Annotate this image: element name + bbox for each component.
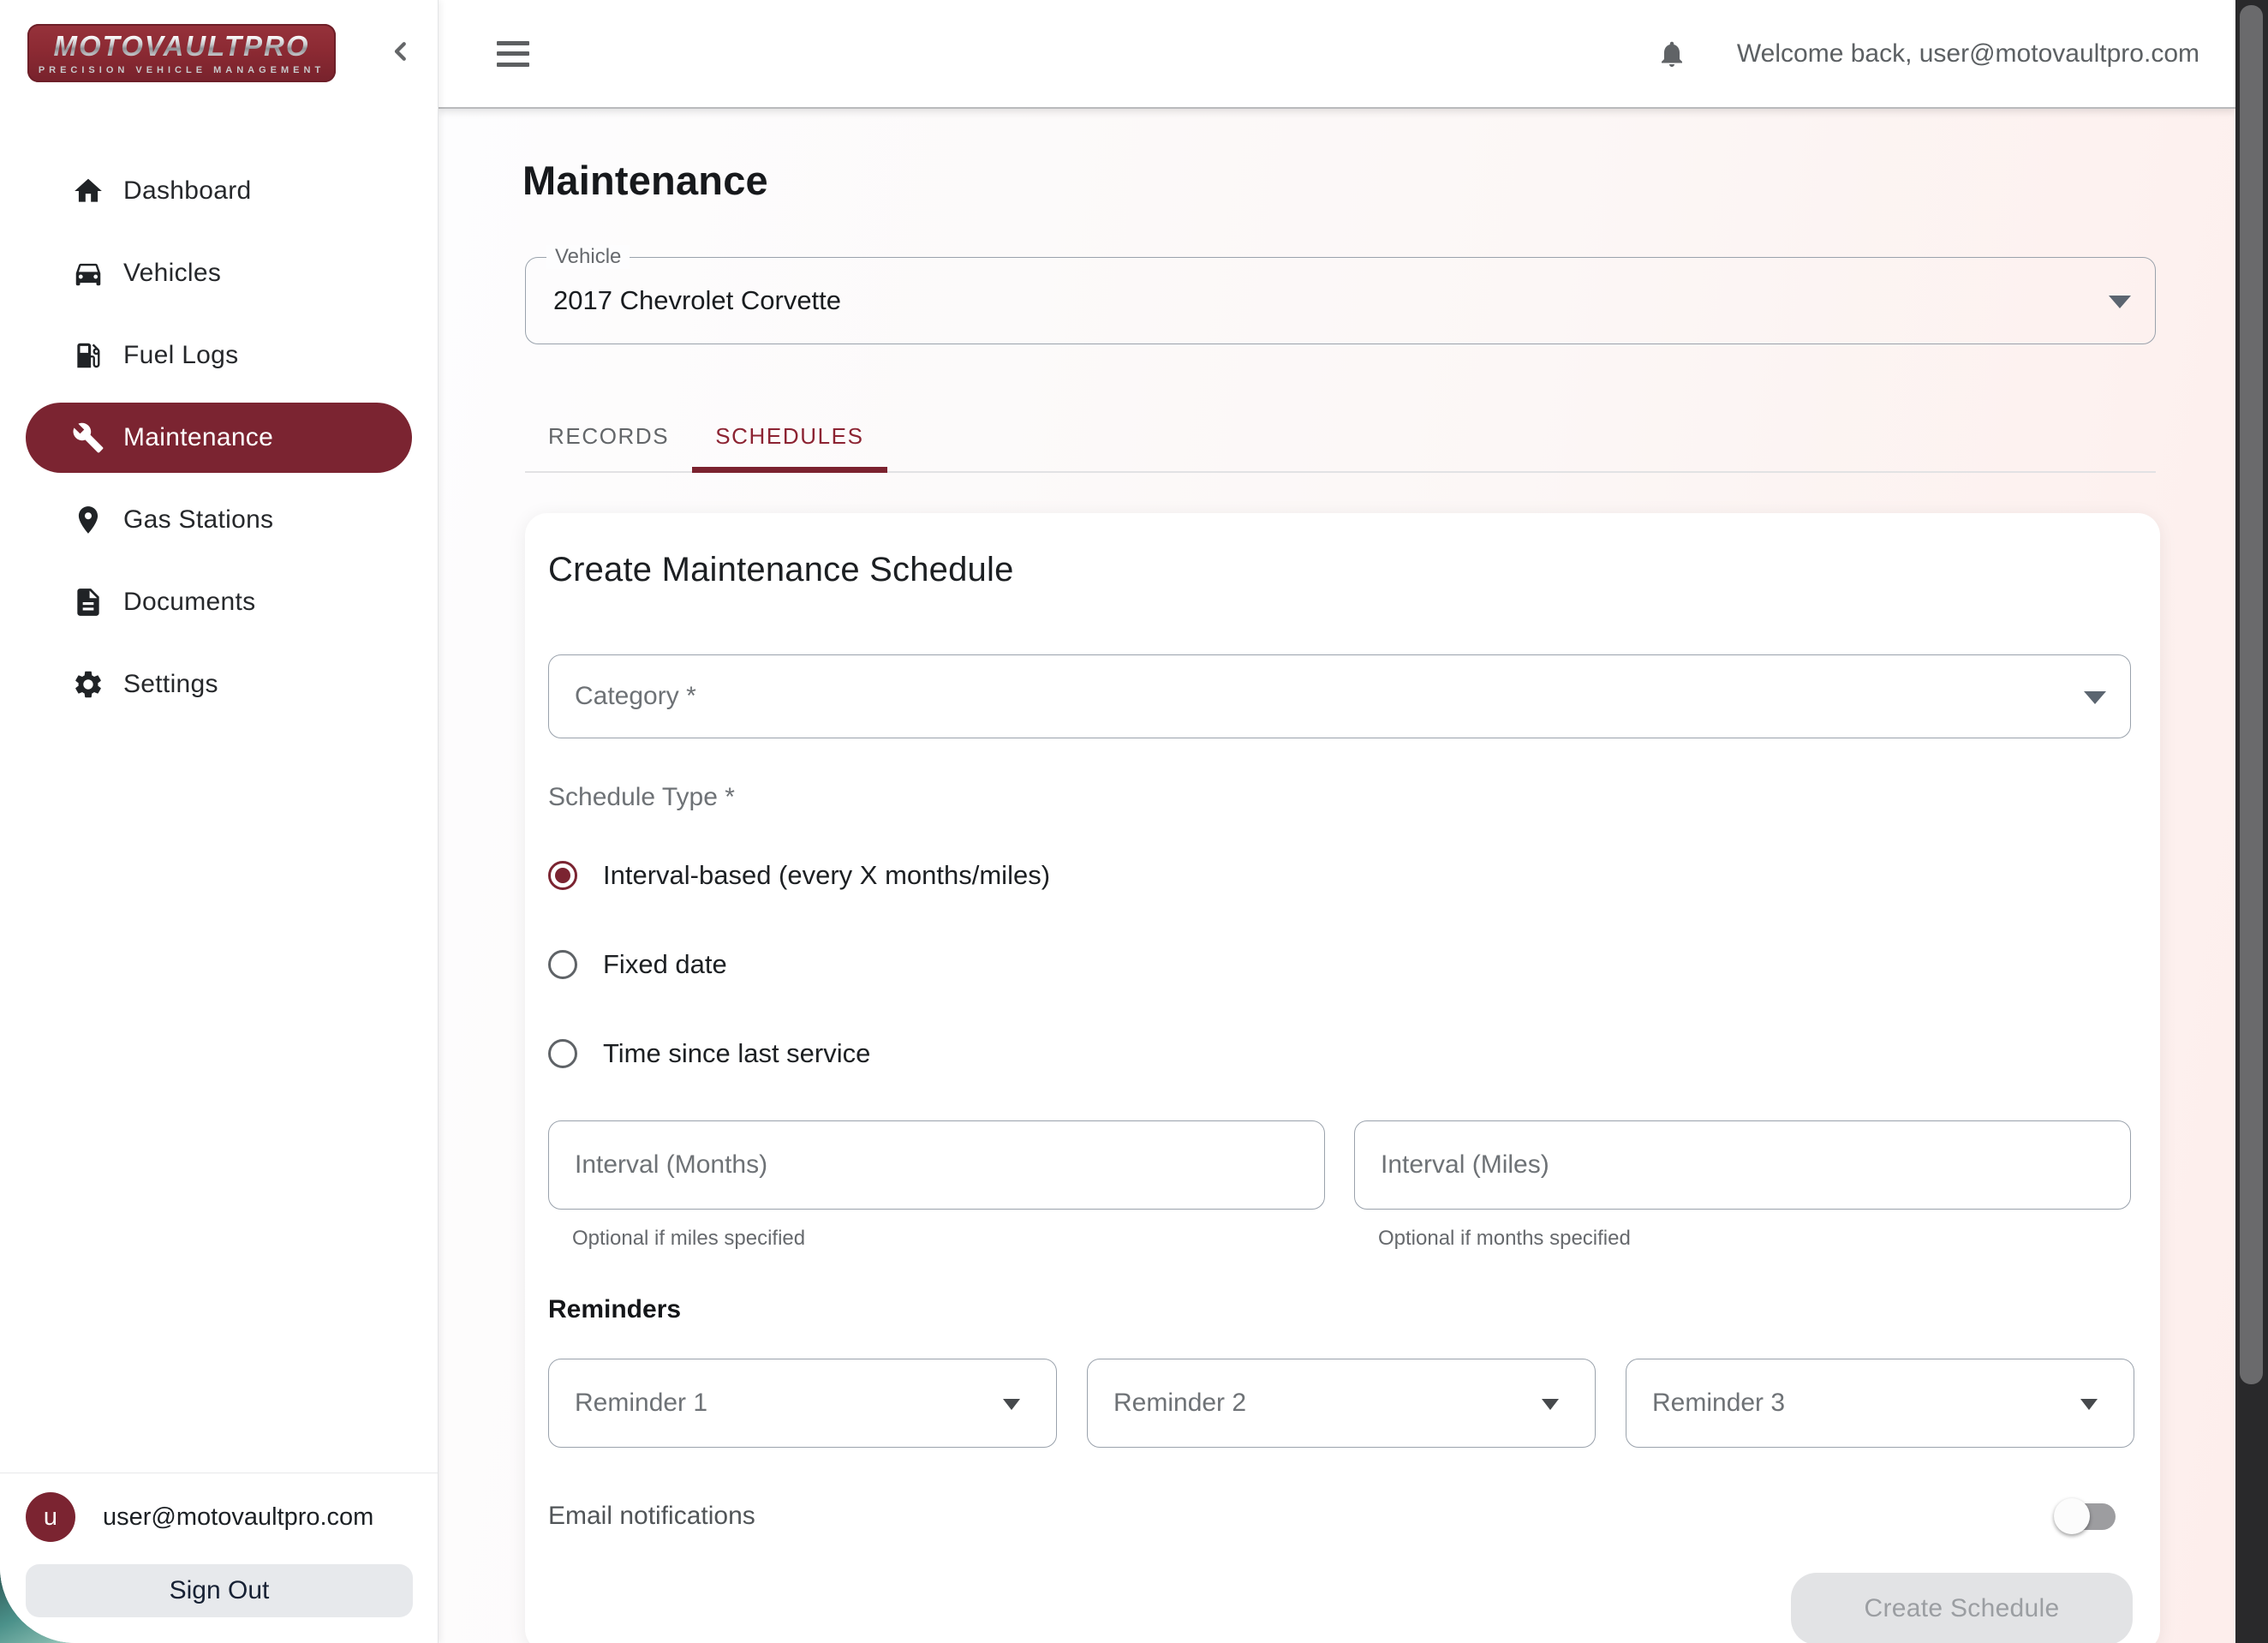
email-notifications-label: Email notifications: [548, 1502, 755, 1531]
sidebar-item-vehicles[interactable]: Vehicles: [26, 238, 412, 308]
sidebar-item-label: Gas Stations: [123, 505, 273, 535]
hamburger-menu-icon[interactable]: [497, 41, 529, 67]
category-select[interactable]: Category *: [548, 654, 2131, 738]
brand-tagline: PRECISION VEHICLE MANAGEMENT: [39, 65, 325, 75]
user-row: u user@motovaultpro.com: [26, 1492, 412, 1542]
sidebar-footer: u user@motovaultpro.com Sign Out: [0, 1473, 438, 1643]
sidebar-item-label: Vehicles: [123, 259, 221, 288]
interval-row: Optional if miles specified Optional if …: [548, 1120, 2134, 1251]
sidebar-nav: Dashboard Vehicles Fuel Logs: [0, 156, 438, 720]
interval-months-helper: Optional if miles specified: [572, 1227, 1325, 1251]
schedule-type-label: Schedule Type *: [548, 783, 2134, 812]
reminder-3-select[interactable]: Reminder 3: [1626, 1359, 2134, 1448]
interval-miles-helper: Optional if months specified: [1378, 1227, 2131, 1251]
tab-schedules[interactable]: SCHEDULES: [692, 401, 886, 471]
scrollbar-thumb[interactable]: [2240, 5, 2263, 1384]
sidebar-item-dashboard[interactable]: Dashboard: [26, 156, 412, 226]
interval-months-field-wrap: [548, 1120, 1325, 1210]
sign-out-button[interactable]: Sign Out: [26, 1564, 413, 1617]
reminders-label: Reminders: [548, 1295, 2134, 1324]
category-select-placeholder: Category *: [575, 682, 696, 711]
sidebar-item-documents[interactable]: Documents: [26, 567, 412, 637]
vehicle-select-value: 2017 Chevrolet Corvette: [553, 285, 841, 316]
sidebar-item-fuel-logs[interactable]: Fuel Logs: [26, 320, 412, 391]
radio-label: Time since last service: [603, 1038, 870, 1069]
interval-months-input[interactable]: [575, 1150, 1277, 1180]
sidebar-item-label: Documents: [123, 588, 255, 617]
fuel-pump-icon: [72, 339, 104, 372]
main-content: Maintenance Vehicle 2017 Chevrolet Corve…: [439, 109, 2235, 1643]
chevron-down-icon: [2080, 1399, 2098, 1410]
sidebar-item-label: Maintenance: [123, 423, 273, 452]
sidebar-item-label: Fuel Logs: [123, 341, 238, 370]
create-schedule-button[interactable]: Create Schedule: [1791, 1573, 2133, 1643]
home-icon: [72, 175, 104, 207]
brand-logo: MOTOVAULTPRO PRECISION VEHICLE MANAGEMEN…: [27, 24, 336, 82]
radio-icon: [548, 1039, 577, 1068]
page-title: Maintenance: [522, 157, 2235, 204]
chevron-down-icon: [2084, 691, 2106, 704]
radio-time-since-last-service[interactable]: Time since last service: [548, 1026, 2134, 1081]
sidebar-item-label: Settings: [123, 670, 218, 699]
reminder-1-placeholder: Reminder 1: [575, 1389, 707, 1418]
card-title: Create Maintenance Schedule: [548, 551, 2134, 589]
tab-bar: RECORDS SCHEDULES: [525, 401, 2156, 473]
chevron-down-icon: [2109, 296, 2131, 308]
submit-row: Create Schedule: [548, 1573, 2134, 1643]
interval-miles-field-wrap: [1354, 1120, 2131, 1210]
document-icon: [72, 586, 104, 618]
radio-icon: [548, 861, 577, 890]
vehicle-select-label: Vehicle: [546, 245, 630, 269]
welcome-text: Welcome back, user@motovaultpro.com: [1737, 39, 2199, 69]
chevron-down-icon: [1003, 1399, 1020, 1410]
app-window: MOTOVAULTPRO PRECISION VEHICLE MANAGEMEN…: [0, 0, 2268, 1643]
reminder-2-select[interactable]: Reminder 2: [1087, 1359, 1596, 1448]
create-schedule-card: Create Maintenance Schedule Category * S…: [525, 513, 2160, 1643]
location-pin-icon: [72, 504, 104, 536]
sidebar-item-gas-stations[interactable]: Gas Stations: [26, 485, 412, 555]
brand-name: MOTOVAULTPRO: [54, 32, 310, 60]
user-email: user@motovaultpro.com: [103, 1503, 373, 1532]
page-scrollbar[interactable]: [2235, 0, 2268, 1643]
screen: MOTOVAULTPRO PRECISION VEHICLE MANAGEMEN…: [0, 0, 2268, 1643]
interval-miles-input[interactable]: [1381, 1150, 2083, 1180]
email-notifications-row: Email notifications: [548, 1497, 2134, 1535]
notifications-bell-icon[interactable]: [1656, 37, 1687, 71]
sidebar-item-label: Dashboard: [123, 176, 251, 206]
email-notifications-toggle[interactable]: [2054, 1497, 2119, 1535]
radio-icon: [548, 950, 577, 979]
toggle-knob: [2054, 1498, 2090, 1534]
avatar: u: [26, 1492, 75, 1542]
car-icon: [72, 257, 104, 290]
reminder-2-placeholder: Reminder 2: [1113, 1389, 1246, 1418]
tab-records[interactable]: RECORDS: [525, 401, 692, 471]
vehicle-select[interactable]: Vehicle 2017 Chevrolet Corvette: [525, 257, 2156, 344]
radio-interval-based[interactable]: Interval-based (every X months/miles): [548, 848, 2134, 903]
topbar: Welcome back, user@motovaultpro.com: [439, 0, 2235, 109]
reminder-1-select[interactable]: Reminder 1: [548, 1359, 1057, 1448]
chevron-down-icon: [1542, 1399, 1559, 1410]
sidebar-collapse-button[interactable]: [380, 33, 421, 74]
logo-row: MOTOVAULTPRO PRECISION VEHICLE MANAGEMEN…: [0, 0, 438, 82]
sidebar-item-settings[interactable]: Settings: [26, 649, 412, 720]
wrench-icon: [72, 421, 104, 454]
reminder-3-placeholder: Reminder 3: [1652, 1389, 1785, 1418]
sidebar-item-maintenance[interactable]: Maintenance: [26, 403, 412, 473]
radio-label: Fixed date: [603, 949, 727, 980]
chevron-left-icon: [388, 39, 414, 69]
radio-fixed-date[interactable]: Fixed date: [548, 937, 2134, 992]
gear-icon: [72, 668, 104, 701]
sidebar: MOTOVAULTPRO PRECISION VEHICLE MANAGEMEN…: [0, 0, 439, 1643]
reminder-row: Reminder 1 Reminder 2 Reminder 3: [548, 1359, 2134, 1448]
radio-label: Interval-based (every X months/miles): [603, 860, 1050, 891]
